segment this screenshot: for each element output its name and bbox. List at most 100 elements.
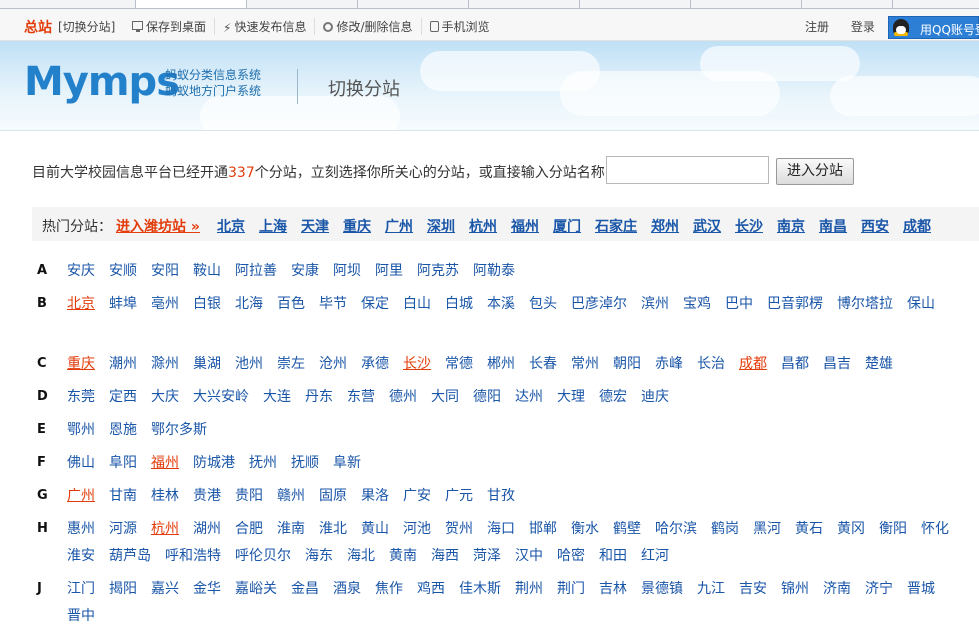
city-link[interactable]: 阜阳 <box>109 454 137 481</box>
city-link[interactable]: 甘孜 <box>487 487 515 514</box>
city-link[interactable]: 河源 <box>109 520 137 547</box>
city-link[interactable]: 承德 <box>361 355 389 382</box>
city-link[interactable]: 长沙 <box>403 355 431 382</box>
city-link[interactable]: 大同 <box>431 388 459 415</box>
city-link[interactable]: 和田 <box>599 547 627 574</box>
city-link[interactable]: 长春 <box>529 355 557 382</box>
city-link[interactable]: 阜新 <box>333 454 361 481</box>
city-link[interactable]: 九江 <box>697 580 725 607</box>
edit-delete-link[interactable]: 修改/删除信息 <box>314 18 420 35</box>
city-link[interactable]: 包头 <box>529 295 557 322</box>
city-link[interactable]: 沧州 <box>319 355 347 382</box>
city-link[interactable]: 黄冈 <box>837 520 865 547</box>
city-link[interactable]: 锦州 <box>781 580 809 607</box>
city-link[interactable]: 达州 <box>515 388 543 415</box>
city-link[interactable]: 毕节 <box>319 295 347 322</box>
hot-city-link[interactable]: 重庆 <box>343 216 371 236</box>
city-link[interactable]: 宝鸡 <box>683 295 711 322</box>
city-link[interactable]: 晋城 <box>907 580 935 607</box>
city-link[interactable]: 德州 <box>389 388 417 415</box>
city-link[interactable]: 吉安 <box>739 580 767 607</box>
city-link[interactable]: 荆门 <box>557 580 585 607</box>
site-search-input[interactable] <box>606 156 769 184</box>
hot-city-link[interactable]: 福州 <box>511 216 539 236</box>
hot-city-link[interactable]: 南昌 <box>819 216 847 236</box>
city-link[interactable]: 酒泉 <box>333 580 361 607</box>
city-link[interactable]: 常德 <box>445 355 473 382</box>
city-link[interactable]: 赣州 <box>277 487 305 514</box>
hot-city-link[interactable]: 深圳 <box>427 216 455 236</box>
city-link[interactable]: 蚌埠 <box>109 295 137 322</box>
browser-tab[interactable] <box>247 0 358 8</box>
city-link[interactable]: 巢湖 <box>193 355 221 382</box>
city-link[interactable]: 晋中 <box>67 607 95 634</box>
city-link[interactable]: 黄石 <box>795 520 823 547</box>
city-link[interactable]: 济宁 <box>865 580 893 607</box>
city-link[interactable]: 淮南 <box>277 520 305 547</box>
city-link[interactable]: 昌都 <box>781 355 809 382</box>
city-link[interactable]: 鄂尔多斯 <box>151 421 207 448</box>
hot-city-link[interactable]: 武汉 <box>693 216 721 236</box>
city-link[interactable]: 海北 <box>347 547 375 574</box>
city-link[interactable]: 济南 <box>823 580 851 607</box>
city-link[interactable]: 德宏 <box>599 388 627 415</box>
city-link[interactable]: 保山 <box>907 295 935 322</box>
city-link[interactable]: 北京 <box>67 295 95 322</box>
city-link[interactable]: 楚雄 <box>865 355 893 382</box>
quick-post-link[interactable]: ⚡ 快速发布信息 <box>214 18 314 35</box>
city-link[interactable]: 阿克苏 <box>417 262 459 289</box>
city-link[interactable]: 巴彦淖尔 <box>571 295 627 322</box>
city-link[interactable]: 白山 <box>403 295 431 322</box>
city-link[interactable]: 杭州 <box>151 520 179 547</box>
city-link[interactable]: 崇左 <box>277 355 305 382</box>
city-link[interactable]: 嘉兴 <box>151 580 179 607</box>
city-link[interactable]: 淮安 <box>67 547 95 574</box>
city-link[interactable]: 定西 <box>109 388 137 415</box>
qq-login-button[interactable]: 用QQ账号登录 <box>888 16 979 39</box>
city-link[interactable]: 贺州 <box>445 520 473 547</box>
city-link[interactable]: 金昌 <box>291 580 319 607</box>
city-link[interactable]: 海口 <box>487 520 515 547</box>
hot-city-link[interactable]: 西安 <box>861 216 889 236</box>
city-link[interactable]: 桂林 <box>151 487 179 514</box>
city-link[interactable]: 百色 <box>277 295 305 322</box>
city-link[interactable]: 金华 <box>193 580 221 607</box>
hot-city-link[interactable]: 长沙 <box>735 216 763 236</box>
city-link[interactable]: 佛山 <box>67 454 95 481</box>
hot-city-link[interactable]: 天津 <box>301 216 329 236</box>
city-link[interactable]: 红河 <box>641 547 669 574</box>
city-link[interactable]: 广元 <box>445 487 473 514</box>
city-link[interactable]: 保定 <box>361 295 389 322</box>
login-link[interactable]: 登录 <box>851 20 875 34</box>
city-link[interactable]: 鸡西 <box>417 580 445 607</box>
city-link[interactable]: 邯郸 <box>529 520 557 547</box>
city-link[interactable]: 迪庆 <box>641 388 669 415</box>
city-link[interactable]: 海东 <box>305 547 333 574</box>
city-link[interactable]: 贵阳 <box>235 487 263 514</box>
city-link[interactable]: 巴音郭楞 <box>767 295 823 322</box>
city-link[interactable]: 长治 <box>697 355 725 382</box>
city-link[interactable]: 怀化 <box>921 520 949 547</box>
city-link[interactable]: 博尔塔拉 <box>837 295 893 322</box>
city-link[interactable]: 潮州 <box>109 355 137 382</box>
browser-tab[interactable] <box>358 0 469 8</box>
city-link[interactable]: 防城港 <box>193 454 235 481</box>
city-link[interactable]: 郴州 <box>487 355 515 382</box>
city-link[interactable]: 抚顺 <box>291 454 319 481</box>
city-link[interactable]: 果洛 <box>361 487 389 514</box>
city-link[interactable]: 滁州 <box>151 355 179 382</box>
city-link[interactable]: 呼伦贝尔 <box>235 547 291 574</box>
switch-site-link[interactable]: [切换分站] <box>58 18 115 35</box>
hot-city-link[interactable]: 郑州 <box>651 216 679 236</box>
enter-weifang-link[interactable]: 进入潍坊站 » <box>116 216 200 236</box>
city-link[interactable]: 白银 <box>193 295 221 322</box>
city-link[interactable]: 池州 <box>235 355 263 382</box>
hot-city-link[interactable]: 成都 <box>903 216 931 236</box>
city-link[interactable]: 鹤岗 <box>711 520 739 547</box>
city-link[interactable]: 鄂州 <box>67 421 95 448</box>
main-site-link[interactable]: 总站 <box>24 17 52 37</box>
city-link[interactable]: 嘉峪关 <box>235 580 277 607</box>
browser-tab[interactable] <box>580 0 691 8</box>
city-link[interactable]: 巴中 <box>725 295 753 322</box>
enter-site-button[interactable]: 进入分站 <box>776 158 854 185</box>
